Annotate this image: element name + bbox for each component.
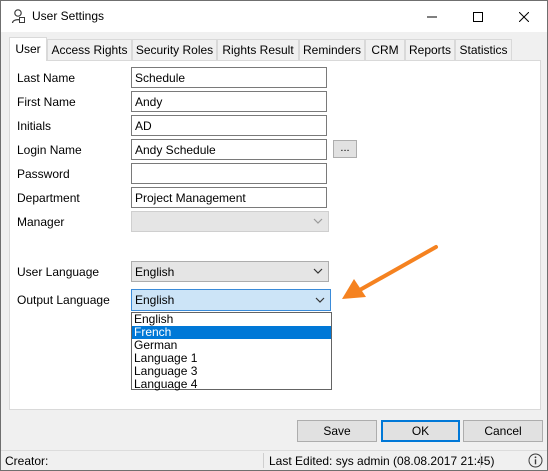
- manager-select[interactable]: [131, 211, 329, 232]
- output-language-select[interactable]: English: [131, 289, 331, 311]
- tab-statistics[interactable]: Statistics: [455, 39, 512, 60]
- department-label: Department: [17, 191, 80, 205]
- chevron-down-icon: [313, 218, 323, 224]
- close-button[interactable]: [501, 1, 547, 32]
- tab-reports[interactable]: Reports: [405, 39, 455, 60]
- chevron-down-icon: [313, 268, 323, 274]
- tab-user[interactable]: User: [9, 37, 47, 61]
- minimize-button[interactable]: [409, 1, 455, 32]
- user-language-select[interactable]: English: [131, 261, 329, 282]
- tab-rights-result[interactable]: Rights Result: [217, 39, 299, 60]
- last-name-label: Last Name: [17, 71, 76, 85]
- info-icon[interactable]: [528, 453, 543, 468]
- user-settings-window: User Settings User Access Rights Securit…: [0, 0, 548, 471]
- manager-label: Manager: [17, 215, 65, 229]
- creator-label: Creator:: [5, 454, 49, 468]
- cancel-button[interactable]: Cancel: [463, 420, 543, 442]
- output-language-value: English: [135, 293, 175, 307]
- minimize-icon: [427, 16, 437, 17]
- maximize-icon: [473, 11, 483, 22]
- login-browse-button[interactable]: ...: [333, 140, 357, 158]
- login-name-field[interactable]: Andy Schedule: [131, 139, 327, 160]
- output-language-label: Output Language: [17, 293, 110, 307]
- initials-label: Initials: [17, 119, 52, 133]
- tab-security-roles[interactable]: Security Roles: [132, 39, 217, 60]
- user-language-label: User Language: [17, 265, 100, 279]
- maximize-button[interactable]: [455, 1, 501, 32]
- language-option-language-4[interactable]: Language 4: [132, 378, 331, 391]
- login-name-label: Login Name: [17, 143, 82, 157]
- tab-reminders[interactable]: Reminders: [299, 39, 365, 60]
- output-language-dropdown-list: English French German Language 1 Languag…: [131, 312, 332, 390]
- save-button[interactable]: Save: [297, 420, 377, 442]
- initials-field[interactable]: AD: [131, 115, 327, 136]
- last-edited-label: Last Edited: sys admin (08.08.2017 21:45…: [269, 454, 495, 468]
- user-settings-icon: [11, 9, 25, 24]
- password-field[interactable]: [131, 163, 327, 184]
- annotation-arrow-icon: [342, 245, 438, 299]
- password-label: Password: [17, 167, 70, 181]
- first-name-label: First Name: [17, 95, 76, 109]
- tab-crm[interactable]: CRM: [365, 39, 405, 60]
- user-language-value: English: [135, 265, 175, 279]
- status-divider: [263, 453, 264, 468]
- close-icon: [519, 11, 529, 22]
- tab-access-rights[interactable]: Access Rights: [47, 39, 132, 60]
- last-name-field[interactable]: Schedule: [131, 67, 327, 88]
- status-divider: [480, 453, 481, 468]
- first-name-field[interactable]: Andy: [131, 91, 327, 112]
- window-title: User Settings: [32, 9, 105, 23]
- status-bar: Creator: Last Edited: sys admin (08.08.2…: [1, 450, 547, 470]
- title-bar: User Settings: [1, 1, 547, 32]
- chevron-down-icon: [315, 297, 325, 303]
- department-field[interactable]: Project Management: [131, 187, 327, 208]
- ok-button[interactable]: OK: [381, 420, 460, 442]
